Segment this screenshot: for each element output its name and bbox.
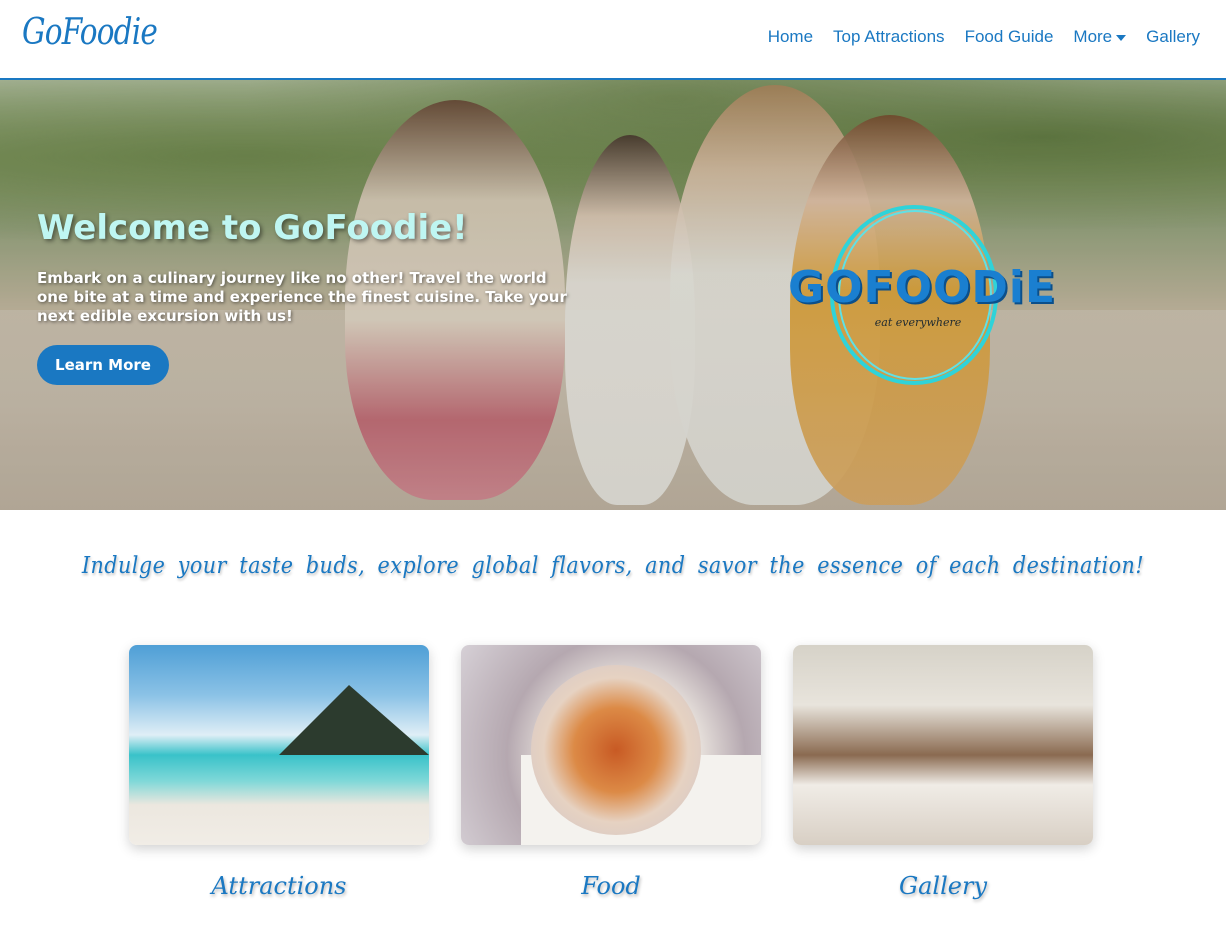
hero-title: Welcome to GoFoodie! (37, 208, 468, 248)
learn-more-button[interactable]: Learn More (37, 345, 169, 385)
tagline: Indulge your taste buds, explore global … (81, 553, 1145, 579)
main-nav: Home Top Attractions Food Guide More Gal… (748, 27, 1200, 47)
nav-food-guide[interactable]: Food Guide (965, 27, 1054, 47)
mountain-shape (279, 685, 429, 755)
nav-top-attractions[interactable]: Top Attractions (833, 27, 945, 47)
nav-home[interactable]: Home (768, 27, 813, 47)
site-header: GoFoodie Home Top Attractions Food Guide… (0, 0, 1226, 80)
site-logo[interactable]: GoFoodie (22, 12, 158, 53)
gallery-card-image[interactable] (793, 645, 1093, 845)
hero-banner: Welcome to GoFoodie! Embark on a culinar… (0, 80, 1226, 510)
badge-logo-title: GOFOODiE (788, 262, 1057, 313)
caret-down-icon (1116, 35, 1127, 41)
nav-more-dropdown[interactable]: More (1073, 27, 1127, 47)
hero-description: Embark on a culinary journey like no oth… (37, 269, 567, 325)
nav-more-label: More (1073, 27, 1113, 46)
food-card-label[interactable]: Food (461, 872, 761, 900)
gallery-card-label[interactable]: Gallery (793, 872, 1093, 900)
attractions-card-image[interactable] (129, 645, 429, 845)
badge-logo-subtitle: eat everywhere (874, 316, 962, 329)
attractions-card-label[interactable]: Attractions (129, 872, 429, 900)
plate-shape (531, 665, 701, 835)
food-card-image[interactable] (461, 645, 761, 845)
nav-gallery[interactable]: Gallery (1146, 27, 1200, 47)
